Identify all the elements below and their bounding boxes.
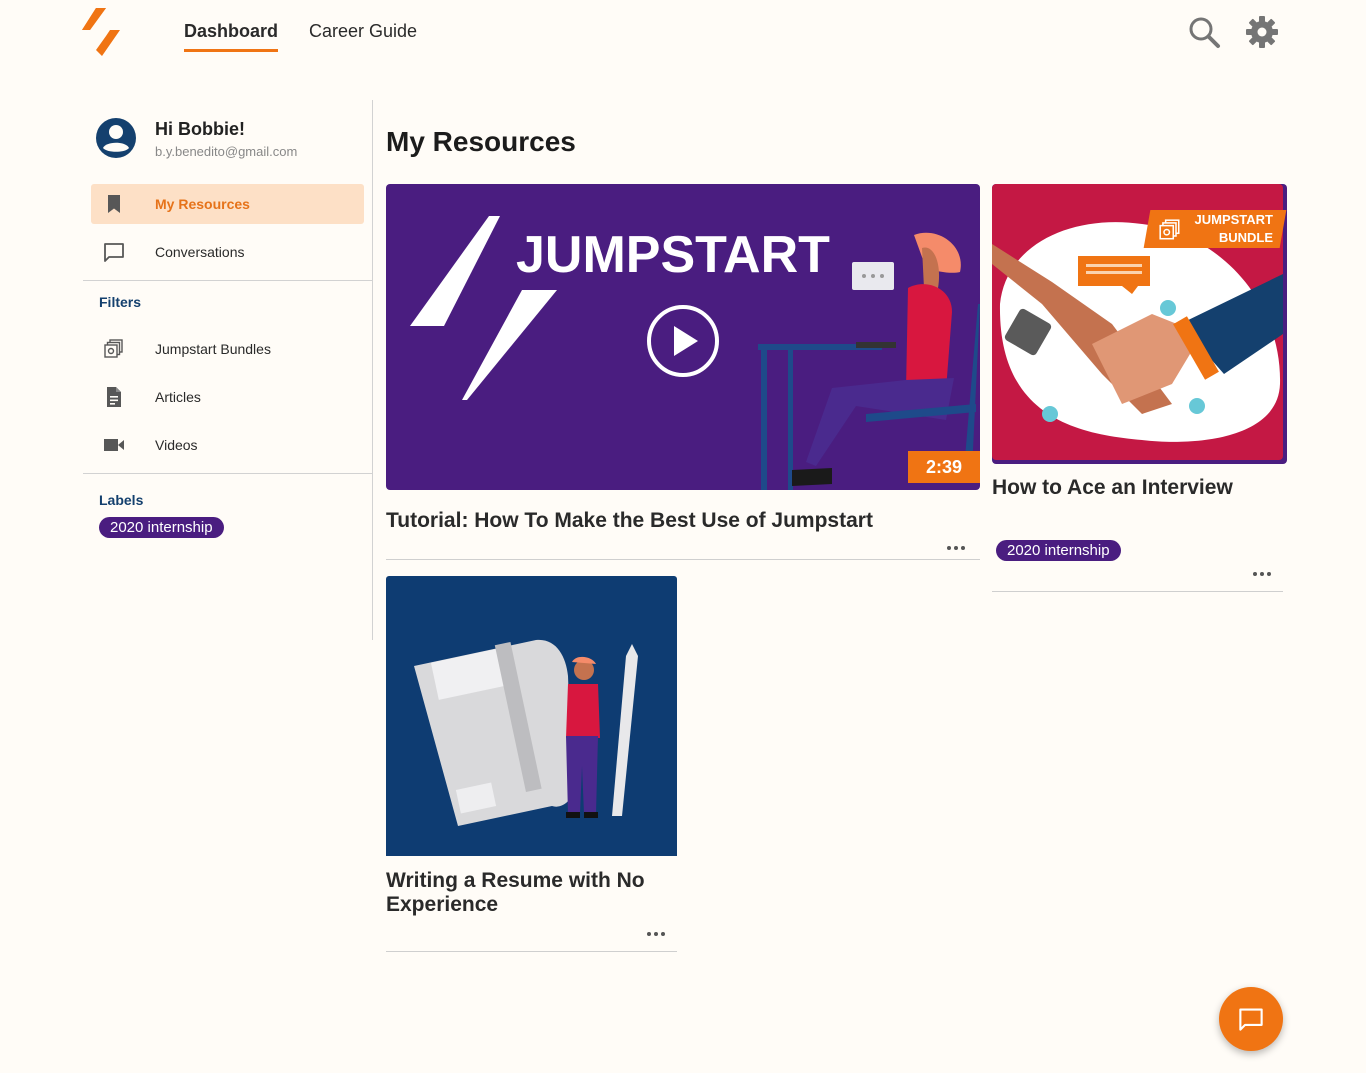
- bundle-icon: [104, 339, 123, 358]
- more-options-icon[interactable]: [1250, 568, 1274, 580]
- card-title[interactable]: Writing a Resume with No Experience: [386, 869, 677, 917]
- bundle-thumbnail[interactable]: JUMPSTART BUNDLE: [992, 184, 1287, 464]
- sidebar-item-label: Conversations: [155, 244, 245, 260]
- search-icon[interactable]: [1186, 14, 1222, 50]
- card-divider: [386, 559, 980, 560]
- user-email: b.y.benedito@gmail.com: [155, 144, 298, 159]
- label-pill[interactable]: 2020 internship: [996, 540, 1121, 561]
- resource-card-article[interactable]: Writing a Resume with No Experience: [386, 576, 677, 952]
- user-greeting: Hi Bobbie!: [155, 119, 245, 139]
- card-divider: [992, 591, 1283, 592]
- sidebar-item-label: My Resources: [155, 196, 250, 212]
- gear-icon[interactable]: [1244, 14, 1280, 50]
- bundle-badge-line2: BUNDLE: [1218, 230, 1273, 245]
- card-title[interactable]: Tutorial: How To Make the Best Use of Ju…: [386, 509, 980, 533]
- top-navigation: Dashboard Career Guide: [0, 0, 1366, 70]
- sidebar-divider: [83, 473, 372, 474]
- card-title[interactable]: How to Ace an Interview: [992, 476, 1287, 500]
- more-options-icon[interactable]: [644, 928, 668, 940]
- filter-label: Jumpstart Bundles: [155, 341, 271, 357]
- video-thumb-text: JUMPSTART: [516, 226, 830, 284]
- filter-label: Articles: [155, 389, 201, 405]
- article-thumbnail[interactable]: [386, 576, 677, 856]
- tab-career-guide[interactable]: Career Guide: [309, 21, 417, 42]
- label-pill[interactable]: 2020 internship: [99, 517, 224, 538]
- resource-card-bundle[interactable]: JUMPSTART BUNDLE How to Ace an Interview…: [992, 184, 1287, 592]
- video-duration: 2:39: [908, 451, 980, 483]
- filter-label: Videos: [155, 437, 198, 453]
- bundle-badge-text: JUMPSTART BUNDLE: [1195, 211, 1273, 247]
- filters-heading: Filters: [99, 294, 142, 310]
- chat-icon: [104, 243, 124, 262]
- chat-fab-button[interactable]: [1219, 987, 1283, 1051]
- filter-articles[interactable]: Articles: [91, 377, 364, 417]
- bundle-icon: [1159, 219, 1180, 240]
- tab-dashboard[interactable]: Dashboard: [184, 21, 279, 52]
- filter-jumpstart-bundles[interactable]: Jumpstart Bundles: [91, 329, 364, 369]
- play-icon[interactable]: [646, 304, 720, 378]
- card-divider: [386, 951, 677, 952]
- chat-icon: [1239, 1008, 1263, 1031]
- more-options-icon[interactable]: [944, 542, 968, 554]
- video-camera-icon: [104, 439, 124, 451]
- sidebar-item-conversations[interactable]: Conversations: [91, 232, 364, 272]
- page-title: My Resources: [386, 126, 576, 157]
- sidebar-divider: [83, 280, 372, 281]
- resume-illustration: [414, 639, 638, 826]
- resource-card-video[interactable]: JUMPSTART 2:39 Tutorial: How To Make the…: [386, 184, 980, 560]
- bookmark-icon: [108, 195, 120, 213]
- document-icon: [107, 387, 121, 407]
- labels-heading: Labels: [99, 492, 144, 508]
- bundle-badge-line1: JUMPSTART: [1194, 212, 1273, 227]
- video-thumbnail[interactable]: JUMPSTART 2:39: [386, 184, 980, 490]
- sidebar: Hi Bobbie! b.y.benedito@gmail.com My Res…: [83, 100, 373, 640]
- sidebar-item-my-resources[interactable]: My Resources: [91, 184, 364, 224]
- filter-videos[interactable]: Videos: [91, 425, 364, 465]
- avatar[interactable]: [95, 117, 137, 159]
- jumpstart-logo[interactable]: [80, 6, 126, 58]
